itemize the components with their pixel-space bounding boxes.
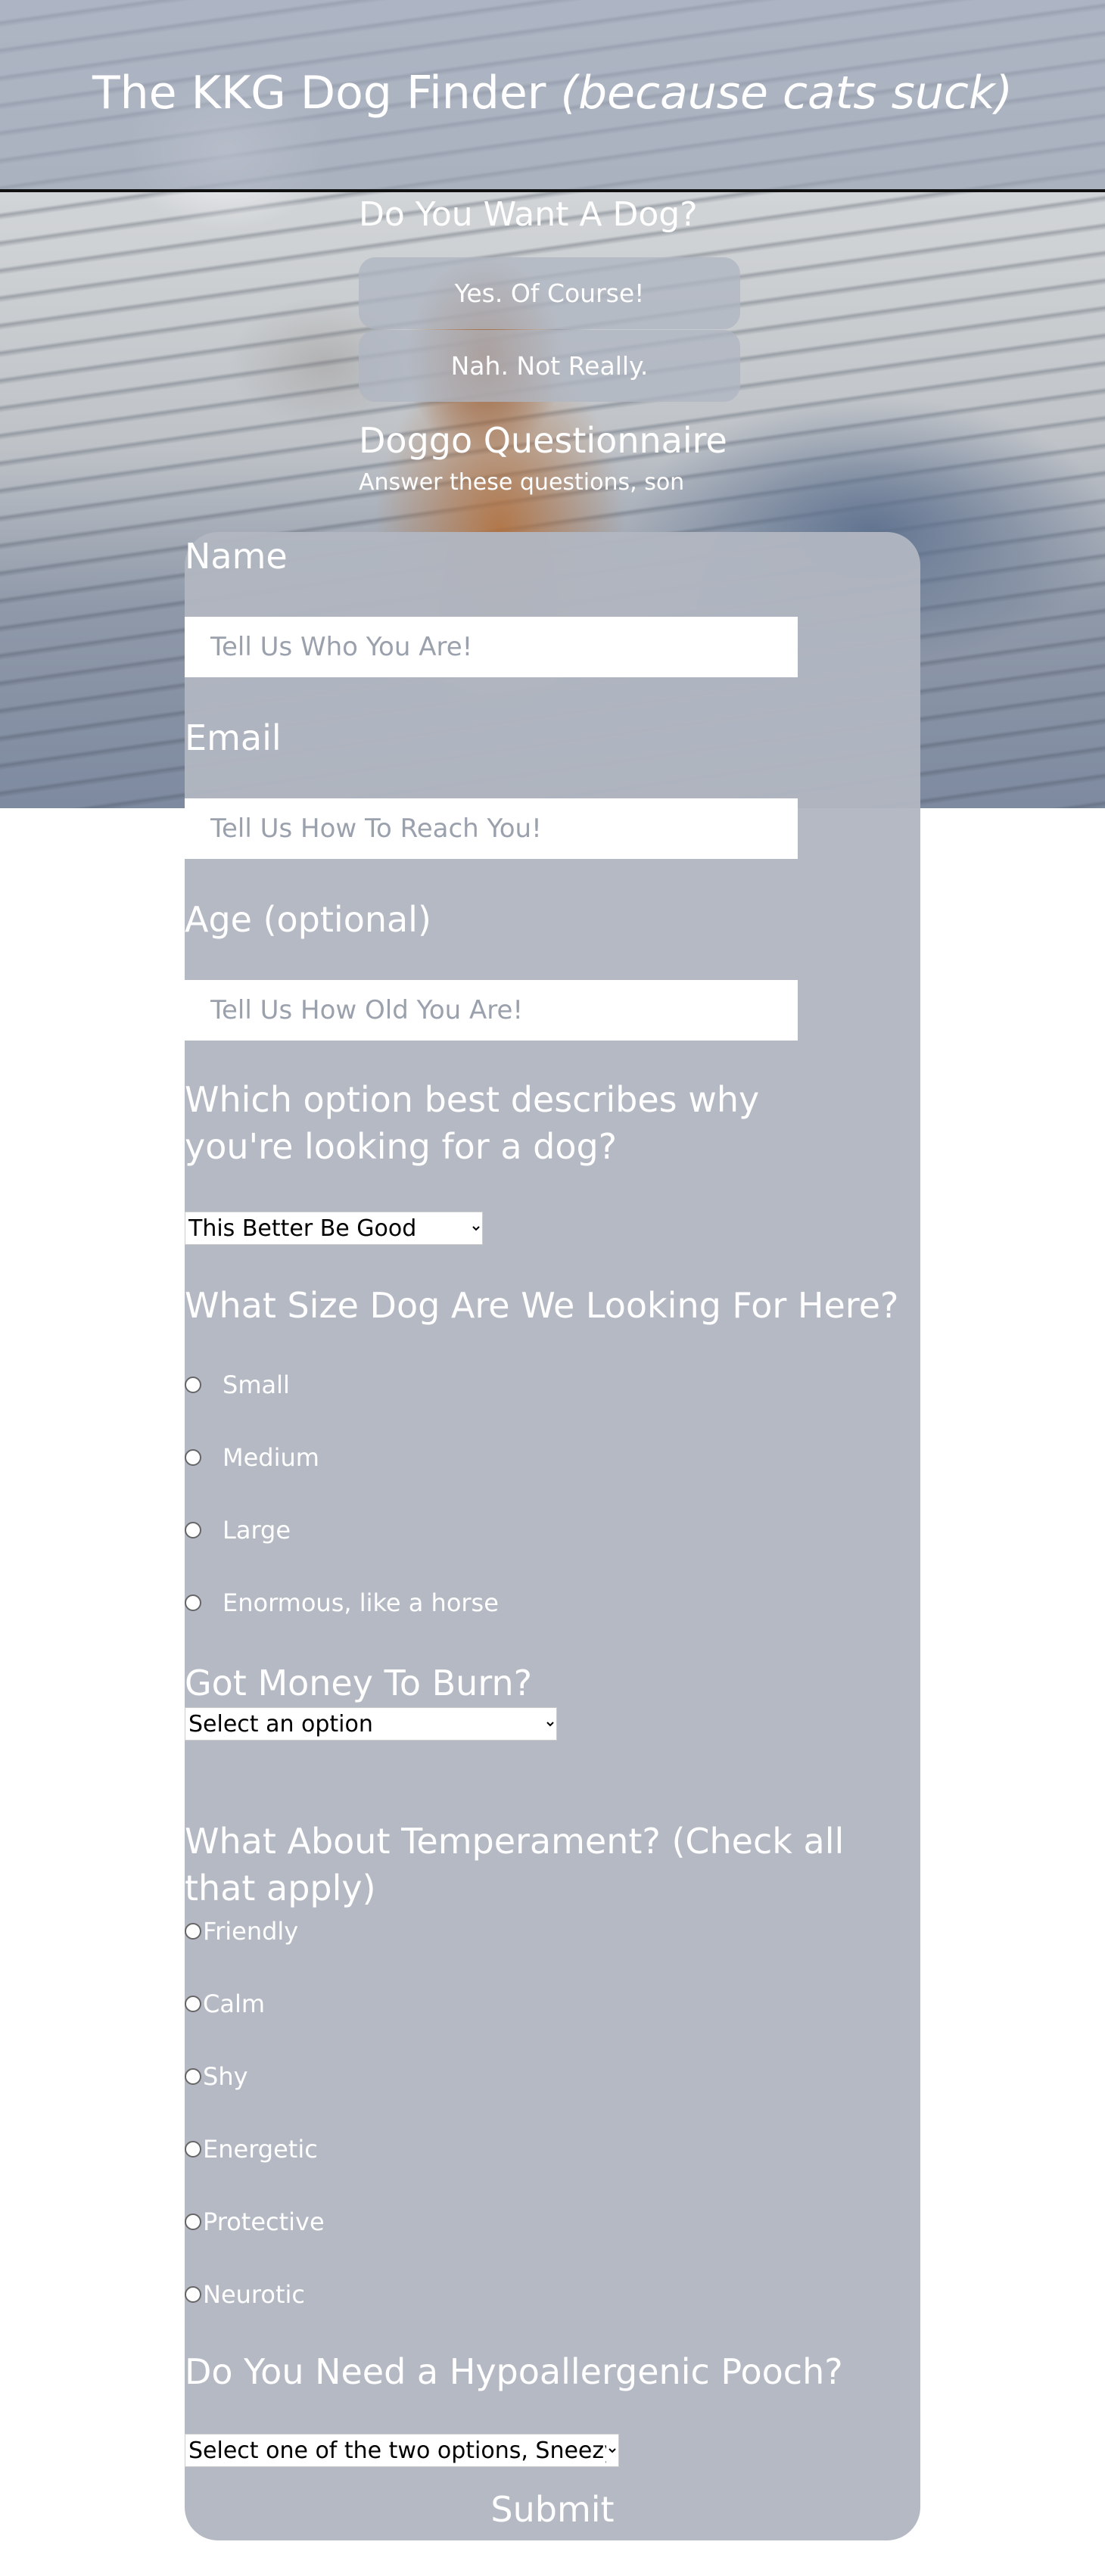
size-option-label: Small [223,1370,290,1399]
radio-button[interactable] [185,1594,201,1611]
reason-select[interactable]: This Better Be Good [185,1212,483,1245]
reason-label: Which option best describes why you're l… [185,1079,760,1167]
temperament-option-label: Calm [203,1990,266,2018]
radio-button[interactable] [185,1923,201,1940]
name-label: Name [185,536,288,577]
no-button[interactable]: Nah. Not Really. [359,330,740,402]
radio-button[interactable] [185,2214,201,2230]
temperament-option-protective[interactable]: Protective [185,2207,325,2237]
want-dog-heading: Do You Want A Dog? [359,195,698,234]
name-input[interactable] [185,617,798,677]
radio-button[interactable] [185,2286,201,2303]
email-input[interactable] [185,798,798,859]
size-option-small[interactable]: Small [185,1370,290,1400]
temperament-option-label: Energetic [203,2135,318,2164]
radio-button[interactable] [185,1449,201,1466]
size-option-label: Medium [223,1443,319,1472]
temperament-option-label: Neurotic [203,2280,305,2309]
site-title-tagline: (because cats suck) [560,67,1013,120]
submit-button[interactable]: Submit [185,2487,920,2532]
hypoallergenic-label: Do You Need a Hypoallergenic Pooch? [185,2351,843,2392]
temperament-option-calm[interactable]: Calm [185,1989,265,2019]
radio-button[interactable] [185,1522,201,1538]
questionnaire-heading: Doggo Questionnaire [359,420,727,461]
budget-label: Got Money To Burn? [185,1663,533,1703]
yes-button[interactable]: Yes. Of Course! [359,257,740,329]
radio-button[interactable] [185,1996,201,2012]
questionnaire-subheading: Answer these questions, son [359,469,685,496]
budget-select[interactable]: Select an option [185,1707,557,1741]
header-divider [0,189,1105,192]
size-option-label: Enormous, like a horse [223,1588,499,1617]
temperament-option-label: Friendly [203,1917,299,1946]
temperament-label: What About Temperament? (Check all that … [185,1821,845,1909]
size-label: What Size Dog Are We Looking For Here? [185,1285,899,1326]
temperament-option-energetic[interactable]: Energetic [185,2134,318,2164]
site-title-main: The KKG Dog Finder [92,67,546,120]
radio-button[interactable] [185,2141,201,2158]
size-option-enormous[interactable]: Enormous, like a horse [185,1588,499,1618]
size-option-large[interactable]: Large [185,1515,291,1545]
hypoallergenic-select[interactable]: Select one of the two options, Sneezy [185,2434,619,2467]
site-title: The KKG Dog Finder (because cats suck) [0,67,1105,120]
radio-button[interactable] [185,2068,201,2085]
temperament-option-label: Shy [203,2062,248,2091]
age-label: Age (optional) [185,899,431,940]
size-option-medium[interactable]: Medium [185,1442,319,1473]
temperament-option-friendly[interactable]: Friendly [185,1916,298,1946]
temperament-option-label: Protective [203,2207,325,2236]
email-label: Email [185,717,282,758]
temperament-option-shy[interactable]: Shy [185,2061,248,2092]
temperament-option-neurotic[interactable]: Neurotic [185,2279,305,2310]
age-input[interactable] [185,980,798,1041]
radio-button[interactable] [185,1377,201,1393]
size-option-label: Large [223,1516,291,1545]
